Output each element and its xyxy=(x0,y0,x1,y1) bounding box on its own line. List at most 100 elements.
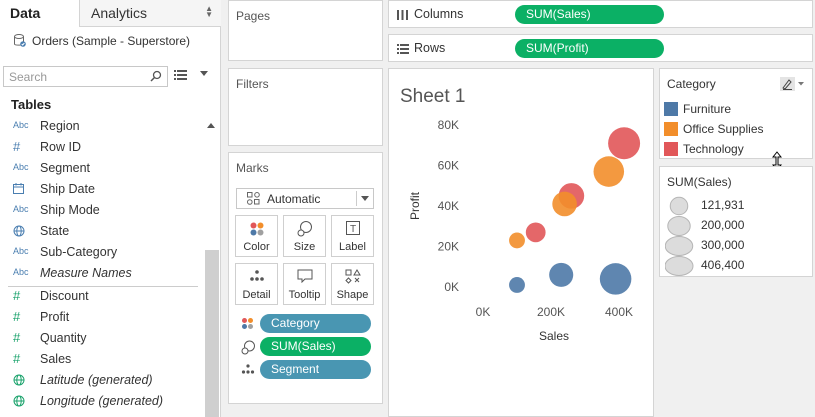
tab-data[interactable]: Data xyxy=(0,0,79,27)
tooltip-icon xyxy=(284,269,325,289)
mark-type-dropdown[interactable]: Automatic xyxy=(236,188,374,209)
size-legend-label: 406,400 xyxy=(701,258,745,272)
field-region[interactable]: Abc Region xyxy=(0,117,221,138)
tables-heading: Tables xyxy=(11,97,52,112)
field-quantity[interactable]: # Quantity xyxy=(0,329,221,350)
field-label: Longitude (generated) xyxy=(40,394,164,408)
x-tick-label: 400K xyxy=(605,305,633,319)
size-icon xyxy=(284,221,325,241)
data-point-office-supplies[interactable] xyxy=(509,232,525,249)
legend-label: Technology xyxy=(683,142,744,156)
size-legend-item: 300,000 xyxy=(665,236,775,256)
rows-pill-sum-profit[interactable]: SUM(Profit) xyxy=(515,39,664,58)
x-tick-label: 0K xyxy=(476,305,491,319)
field-sub-category[interactable]: Abc Sub-Category xyxy=(0,243,221,264)
globe-icon xyxy=(13,395,35,409)
automatic-icon xyxy=(247,192,260,205)
tooltip-mark-button[interactable]: Tooltip xyxy=(283,263,326,305)
field-sales[interactable]: # Sales xyxy=(0,350,221,371)
size-pill[interactable]: SUM(Sales) xyxy=(260,337,371,356)
scatter-chart[interactable]: Sheet 1 Profit Sales 0K 20K 40K 60K 80K 0K 20… xyxy=(389,69,653,416)
datasource[interactable]: Orders (Sample - Superstore) xyxy=(14,34,190,48)
data-point-technology[interactable] xyxy=(525,222,546,243)
pages-card[interactable]: Pages xyxy=(228,0,383,61)
color-pill[interactable]: Category xyxy=(260,314,371,333)
tab-analytics[interactable]: Analytics ▲ ▼ xyxy=(79,0,221,27)
database-icon xyxy=(14,34,26,47)
sheet-view[interactable]: Sheet 1 Profit Sales 0K 20K 40K 60K 80K 0K 20… xyxy=(388,68,654,417)
data-point-furniture[interactable] xyxy=(509,277,525,293)
field-ship-mode[interactable]: Abc Ship Mode xyxy=(0,201,221,222)
shape-icon xyxy=(332,269,373,289)
size-legend-label: 121,931 xyxy=(701,198,745,212)
data-point-office-supplies[interactable] xyxy=(593,156,625,187)
field-profit[interactable]: # Profit xyxy=(0,308,221,329)
size-legend-item: 121,931 xyxy=(665,196,775,216)
field-segment[interactable]: Abc Segment xyxy=(0,159,221,180)
detail-icon xyxy=(236,269,277,289)
field-longitude-generated[interactable]: Longitude (generated) xyxy=(0,392,221,413)
number-type-icon: # xyxy=(13,288,21,303)
legend-item-furniture[interactable]: Furniture xyxy=(664,100,794,118)
color-mark-button[interactable]: Color xyxy=(235,215,278,257)
updown-caret-icon: ▲ ▼ xyxy=(205,4,213,19)
globe-icon xyxy=(13,374,35,388)
detail-pill[interactable]: Segment xyxy=(260,360,371,379)
columns-shelf[interactable]: Columns SUM(Sales) xyxy=(388,0,813,28)
rows-shelf[interactable]: Rows SUM(Profit) xyxy=(388,34,813,62)
y-tick-label: 40K xyxy=(438,199,459,213)
data-point-office-supplies[interactable] xyxy=(552,191,577,217)
size-mark-button[interactable]: Size xyxy=(283,215,326,257)
field-measure-names[interactable]: Abc Measure Names xyxy=(0,264,221,285)
y-tick-label: 0K xyxy=(444,280,459,294)
field-row-id[interactable]: # Row ID xyxy=(0,138,221,159)
field-label: Region xyxy=(40,119,80,133)
shape-mark-button[interactable]: Shape xyxy=(331,263,374,305)
field-discount[interactable]: # Discount xyxy=(0,287,221,308)
number-type-icon: # xyxy=(13,330,21,345)
marks-title: Marks xyxy=(236,161,269,175)
field-label: Row ID xyxy=(40,140,81,154)
tab-analytics-label: Analytics xyxy=(91,5,148,21)
scrollbar[interactable] xyxy=(205,250,219,417)
globe-icon xyxy=(13,225,35,239)
tooltip-mark-label: Tooltip xyxy=(288,289,321,301)
color-legend[interactable]: Category Furniture Office Supplies Technol… xyxy=(659,68,813,159)
size-circle-icon xyxy=(665,256,694,276)
highlight-pen-icon[interactable] xyxy=(780,77,806,91)
columns-label: Columns xyxy=(414,7,464,21)
legend-swatch xyxy=(664,102,678,116)
size-legend-label: 200,000 xyxy=(701,218,745,232)
label-mark-button[interactable]: T Label xyxy=(331,215,374,257)
search-field[interactable]: Search xyxy=(3,66,168,87)
legend-swatch xyxy=(664,122,678,136)
string-type-icon: Abc xyxy=(13,120,29,130)
detail-mark-label: Detail xyxy=(242,289,271,301)
list-view-icon[interactable] xyxy=(174,70,187,81)
columns-pill-sum-sales[interactable]: SUM(Sales) xyxy=(515,5,664,24)
y-tick-label: 20K xyxy=(438,240,459,254)
view-menu-caret-icon[interactable] xyxy=(200,71,208,76)
search-icon[interactable] xyxy=(150,70,162,82)
field-label: Segment xyxy=(40,161,91,175)
data-point-furniture[interactable] xyxy=(549,262,574,287)
data-pane: Data Analytics ▲ ▼ Orders (Sample - Super… xyxy=(0,0,221,417)
data-point-technology[interactable] xyxy=(608,127,641,160)
datasource-name: Orders (Sample - Superstore) xyxy=(32,34,191,48)
number-type-icon: # xyxy=(13,351,21,366)
search-placeholder: Search xyxy=(9,70,48,84)
data-point-furniture[interactable] xyxy=(599,263,632,295)
field-ship-date[interactable]: Ship Date xyxy=(0,180,221,201)
label-icon: T xyxy=(332,221,373,241)
size-legend[interactable]: SUM(Sales) 121,931 200,000 300,000 406,400 xyxy=(659,166,813,277)
size-circle-icon xyxy=(665,236,694,256)
calendar-icon xyxy=(13,183,35,196)
filters-card[interactable]: Filters xyxy=(228,68,383,146)
field-state[interactable]: State xyxy=(0,222,221,243)
legend-item-office-supplies[interactable]: Office Supplies xyxy=(664,120,794,138)
field-label: Ship Date xyxy=(40,182,95,196)
field-label: Measure Names xyxy=(40,266,132,280)
field-latitude-generated[interactable]: Latitude (generated) xyxy=(0,371,221,392)
string-type-icon: Abc xyxy=(13,267,29,277)
detail-mark-button[interactable]: Detail xyxy=(235,263,278,305)
